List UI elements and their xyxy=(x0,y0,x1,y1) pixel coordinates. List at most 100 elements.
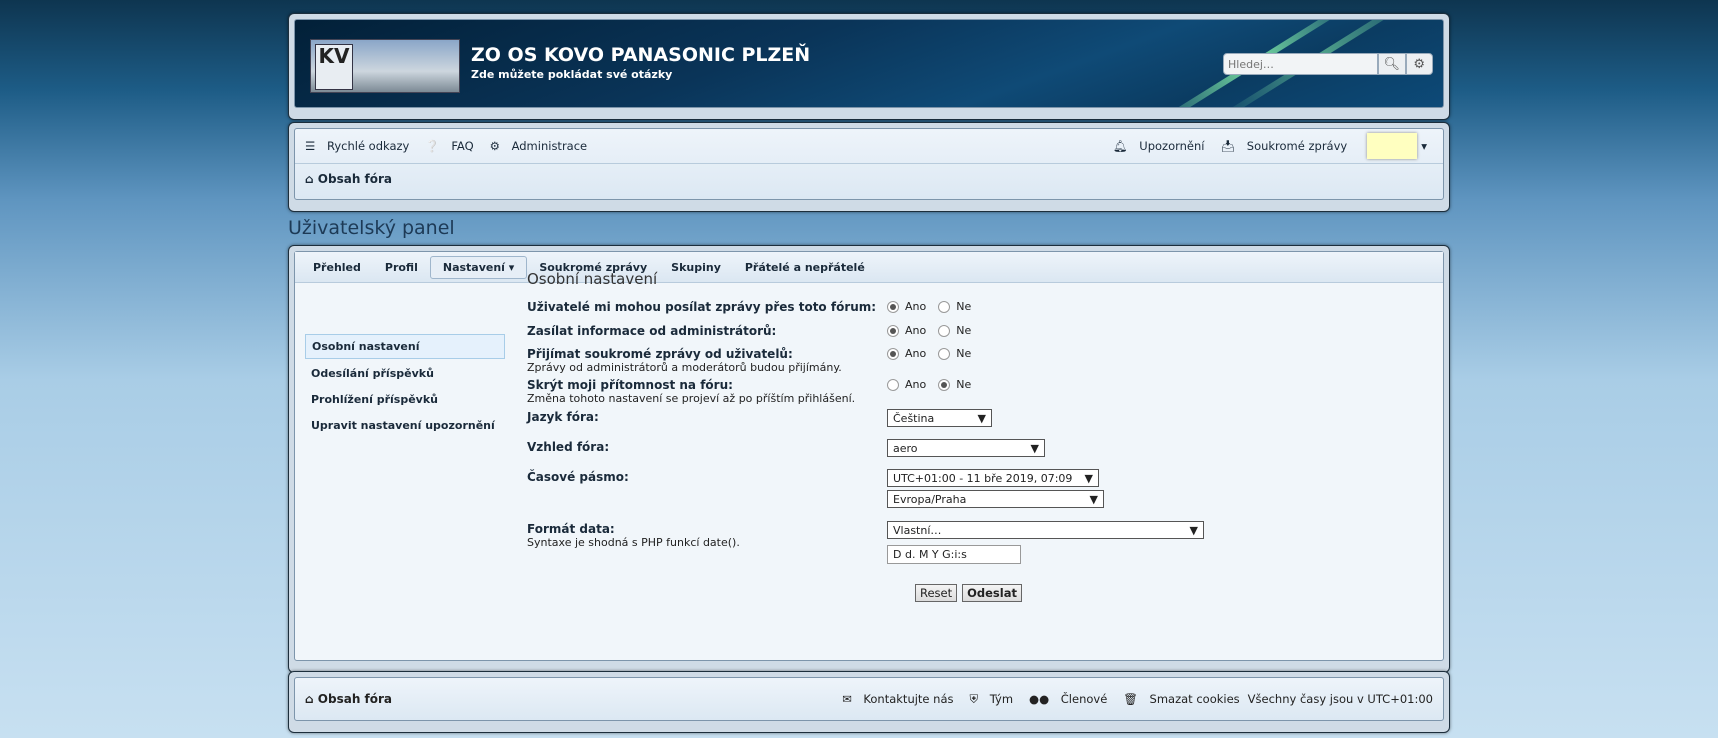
date-format-input[interactable]: D d. M Y G:i:s xyxy=(887,545,1021,564)
site-header: KV ZO OS KOVO PANASONIC PLZEŇ Zde můžete… xyxy=(288,13,1450,120)
select-value: Vlastní… xyxy=(893,523,942,537)
select-value: Evropa/Praha xyxy=(893,492,967,506)
menu-item-notifications[interactable]: Upravit nastavení upozornění xyxy=(305,414,505,437)
submit-button[interactable]: Odeslat xyxy=(962,584,1022,602)
radio-yes[interactable] xyxy=(887,378,899,391)
radio-label: Ne xyxy=(956,324,972,337)
admin-link[interactable]: ⚙ Administrace xyxy=(490,139,596,153)
logo-mark: KV xyxy=(315,44,353,90)
field-help: Změna tohoto nastavení se projeví až po … xyxy=(527,392,856,405)
form-actions: Reset Odeslat xyxy=(527,584,1433,608)
envelope-icon: ✉ xyxy=(842,692,852,706)
timezone-note: Všechny časy jsou v UTC+01:00 xyxy=(1247,692,1433,706)
site-logo[interactable]: KV xyxy=(310,39,460,93)
form-row: Časové pásmo: UTC+01:00 - 11 bře 2019, 0… xyxy=(527,469,1433,522)
admin-label: Administrace xyxy=(511,139,588,153)
breadcrumb[interactable]: ⌂ Obsah fóra xyxy=(295,164,1443,194)
footer-home-label: Obsah fóra xyxy=(317,692,393,706)
user-avatar[interactable] xyxy=(1367,133,1418,159)
tab-profile[interactable]: Profil xyxy=(373,257,430,278)
form-row: Jazyk fóra: Čeština ▼ xyxy=(527,409,1433,440)
home-icon: ⌂ xyxy=(305,172,314,186)
cookies-label: Smazat cookies xyxy=(1149,692,1240,706)
field-help: Zprávy od administrátorů a moderátorů bu… xyxy=(527,361,842,374)
members-link[interactable]: ●● Členové xyxy=(1021,692,1107,706)
team-link[interactable]: ⛨ Tým xyxy=(962,692,1014,707)
delete-cookies-link[interactable]: 🗑︎ Smazat cookies xyxy=(1115,692,1239,706)
trash-icon: 🗑︎ xyxy=(1123,692,1138,706)
menu-item-personal[interactable]: Osobní nastavení xyxy=(305,334,505,359)
radio-yes[interactable] xyxy=(887,347,899,360)
quick-links-label: Rychlé odkazy xyxy=(326,139,410,153)
form-row: Vzhled fóra: aero ▼ xyxy=(527,439,1433,470)
faq-label: FAQ xyxy=(451,139,474,153)
settings-form: Osobní nastavení Uživatelé mi mohou posí… xyxy=(527,266,1433,608)
menu-item-posting[interactable]: Odesílání příspěvků xyxy=(305,362,505,385)
advanced-search-button[interactable]: ⚙ xyxy=(1405,53,1433,75)
site-subtitle: Zde můžete pokládat své otázky xyxy=(471,68,673,81)
radio-no[interactable] xyxy=(938,347,951,360)
user-control-panel: Přehled Profil Nastavení ▾ Soukromé zprá… xyxy=(288,245,1450,673)
language-select[interactable]: Čeština ▼ xyxy=(887,409,992,427)
shield-icon: ⛨ xyxy=(969,691,979,706)
form-row: Formát data: Syntaxe je shodná s PHP fun… xyxy=(527,521,1433,584)
radio-no[interactable] xyxy=(938,324,951,337)
menu-item-viewing[interactable]: Prohlížení příspěvků xyxy=(305,388,505,411)
radio-label: Ano xyxy=(905,378,927,391)
timezone-date-select[interactable]: UTC+01:00 - 11 bře 2019, 07:09 ▼ xyxy=(887,469,1099,487)
private-messages-link[interactable]: 📥︎ Soukromé zprávy xyxy=(1221,139,1356,153)
select-value: UTC+01:00 - 11 bře 2019, 07:09 xyxy=(893,471,1073,485)
timezone-select[interactable]: Evropa/Praha ▼ xyxy=(887,490,1104,508)
notifications-link[interactable]: 🔔︎ Upozornění xyxy=(1113,139,1212,153)
field-label: Skrýt moji přítomnost na fóru: xyxy=(527,378,733,392)
radio-label: Ano xyxy=(905,324,927,337)
select-value: aero xyxy=(893,441,918,455)
team-label: Tým xyxy=(989,691,1014,706)
tab-overview[interactable]: Přehled xyxy=(301,257,373,278)
radio-yes[interactable] xyxy=(887,324,899,337)
users-icon: ●● xyxy=(1029,692,1050,706)
breadcrumb-home: Obsah fóra xyxy=(317,172,393,186)
style-select[interactable]: aero ▼ xyxy=(887,439,1045,457)
field-label: Přijímat soukromé zprávy od uživatelů: xyxy=(527,347,793,361)
notifications-label: Upozornění xyxy=(1139,139,1205,153)
site-footer: ⌂ Obsah fóra ✉ Kontaktujte nás ⛨ Tým ●● … xyxy=(288,671,1450,733)
search-button[interactable]: 🔍︎ xyxy=(1378,53,1406,75)
members-label: Členové xyxy=(1060,692,1108,706)
tab-settings-label: Nastavení xyxy=(442,260,505,274)
form-row: Uživatelé mi mohou posílat zprávy přes t… xyxy=(527,300,1433,324)
radio-label: Ano xyxy=(905,300,927,313)
contact-label: Kontaktujte nás xyxy=(863,692,954,706)
dropdown-arrow-icon: ▼ xyxy=(1030,441,1039,455)
radio-no[interactable] xyxy=(938,378,951,391)
contact-link[interactable]: ✉ Kontaktujte nás xyxy=(834,692,953,706)
dropdown-arrow-icon: ▼ xyxy=(977,411,986,425)
quick-links-menu[interactable]: ☰ Rychlé odkazy xyxy=(305,139,417,153)
search-input[interactable] xyxy=(1223,53,1378,75)
radio-label: Ano xyxy=(905,347,927,360)
question-icon: ❔ xyxy=(425,139,440,153)
radio-no[interactable] xyxy=(938,300,951,313)
reset-button[interactable]: Reset xyxy=(915,584,958,602)
dropdown-arrow-icon: ▼ xyxy=(1084,471,1093,485)
footer-home-link[interactable]: ⌂ Obsah fóra xyxy=(305,692,392,706)
search-box: 🔍︎ ⚙ xyxy=(1223,53,1433,75)
private-messages-label: Soukromé zprávy xyxy=(1246,139,1348,153)
radio-yes[interactable] xyxy=(887,300,899,313)
home-icon: ⌂ xyxy=(305,692,314,706)
tab-settings[interactable]: Nastavení ▾ xyxy=(429,255,528,279)
form-title: Osobní nastavení xyxy=(527,270,658,288)
faq-link[interactable]: ❔ FAQ xyxy=(425,139,481,153)
inbox-icon: 📥︎ xyxy=(1220,139,1236,153)
form-row: Skrýt moji přítomnost na fóru: Změna toh… xyxy=(527,378,1433,410)
site-title: ZO OS KOVO PANASONIC PLZEŇ xyxy=(471,44,811,66)
dropdown-arrow-icon: ▼ xyxy=(1189,523,1198,537)
radio-label: Ne xyxy=(956,347,972,360)
form-row: Přijímat soukromé zprávy od uživatelů: Z… xyxy=(527,347,1433,378)
search-icon: 🔍︎ xyxy=(1383,56,1400,72)
gear-icon: ⚙ xyxy=(1413,56,1426,72)
caret-down-icon[interactable]: ▾ xyxy=(1421,139,1427,153)
dropdown-arrow-icon: ▼ xyxy=(1089,492,1098,506)
date-format-select[interactable]: Vlastní… ▼ xyxy=(887,521,1204,539)
radio-label: Ne xyxy=(956,378,972,391)
